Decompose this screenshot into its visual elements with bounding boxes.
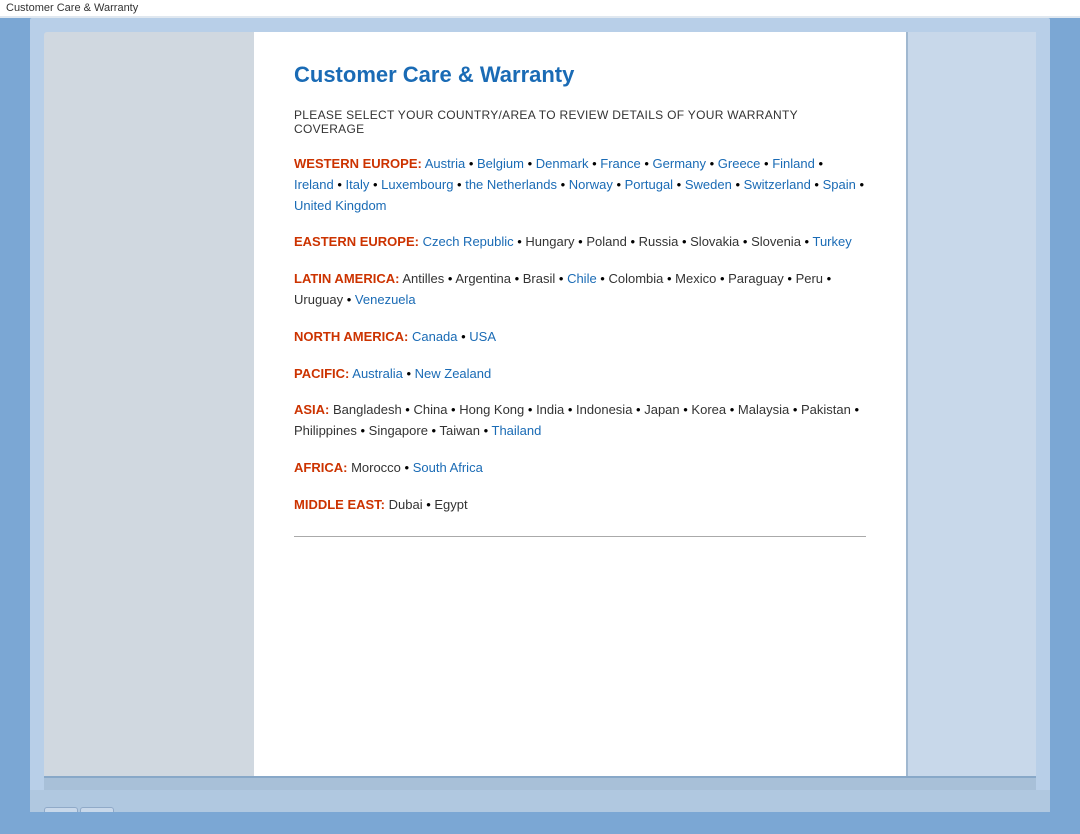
page-title: Customer Care & Warranty: [294, 62, 866, 88]
country-link-south-africa[interactable]: South Africa: [413, 460, 483, 475]
country-link-united-kingdom[interactable]: United Kingdom: [294, 198, 387, 213]
country-link-italy[interactable]: Italy: [346, 177, 370, 192]
region-label-latin-america: LATIN AMERICA:: [294, 271, 399, 286]
country-link-hong-kong: Hong Kong: [459, 402, 524, 417]
country-link-canada[interactable]: Canada: [412, 329, 458, 344]
country-link-norway[interactable]: Norway: [569, 177, 613, 192]
country-link-switzerland[interactable]: Switzerland: [744, 177, 811, 192]
region-eastern-europe: EASTERN EUROPE: Czech Republic • Hungary…: [294, 232, 866, 253]
country-link-singapore: Singapore: [369, 423, 428, 438]
region-label-africa: AFRICA:: [294, 460, 347, 475]
country-link-greece[interactable]: Greece: [718, 156, 761, 171]
country-link-usa[interactable]: USA: [469, 329, 496, 344]
country-link-pakistan: Pakistan: [801, 402, 851, 417]
country-link-poland: Poland: [586, 234, 626, 249]
country-link-peru: Peru: [796, 271, 823, 286]
right-sidebar: [906, 32, 1036, 776]
country-link-morocco: Morocco: [351, 460, 401, 475]
country-link-france[interactable]: France: [600, 156, 640, 171]
country-link-philippines: Philippines: [294, 423, 357, 438]
region-asia: ASIA: Bangladesh • China • Hong Kong • I…: [294, 400, 866, 442]
country-link-new-zealand[interactable]: New Zealand: [415, 366, 492, 381]
country-link-portugal[interactable]: Portugal: [625, 177, 673, 192]
title-bar: Customer Care & Warranty: [0, 0, 1080, 16]
region-pacific: PACIFIC: Australia • New Zealand: [294, 364, 866, 385]
separator: [294, 536, 866, 537]
regions-container: WESTERN EUROPE: Austria • Belgium • Denm…: [294, 154, 866, 516]
region-latin-america: LATIN AMERICA: Antilles • Argentina • Br…: [294, 269, 866, 311]
country-link-the-netherlands[interactable]: the Netherlands: [465, 177, 557, 192]
country-link-russia: Russia: [639, 234, 679, 249]
country-link-argentina: Argentina: [455, 271, 511, 286]
country-link-india: India: [536, 402, 564, 417]
country-link-finland[interactable]: Finland: [772, 156, 815, 171]
country-link-turkey[interactable]: Turkey: [812, 234, 851, 249]
region-north-america: NORTH AMERICA: Canada • USA: [294, 327, 866, 348]
country-link-colombia: Colombia: [608, 271, 663, 286]
country-link-chile[interactable]: Chile: [567, 271, 597, 286]
country-link-slovenia: Slovenia: [751, 234, 801, 249]
bottom-tabs: [30, 790, 1050, 812]
main-area: Customer Care & Warranty PLEASE SELECT Y…: [30, 18, 1050, 776]
country-link-belgium[interactable]: Belgium: [477, 156, 524, 171]
country-link-denmark[interactable]: Denmark: [536, 156, 589, 171]
bottom-bar: [44, 776, 1036, 790]
country-link-austria[interactable]: Austria: [425, 156, 465, 171]
country-link-spain[interactable]: Spain: [823, 177, 856, 192]
country-link-dubai: Dubai: [389, 497, 423, 512]
country-link-malaysia: Malaysia: [738, 402, 789, 417]
country-link-slovakia: Slovakia: [690, 234, 739, 249]
country-link-bangladesh: Bangladesh: [333, 402, 402, 417]
country-link-sweden[interactable]: Sweden: [685, 177, 732, 192]
country-link-japan: Japan: [644, 402, 679, 417]
title-bar-text: Customer Care & Warranty: [6, 2, 138, 14]
country-link-venezuela[interactable]: Venezuela: [355, 292, 416, 307]
bottom-tab-2[interactable]: [80, 807, 114, 812]
country-link-hungary: Hungary: [525, 234, 574, 249]
right-sidebar-inner: [906, 32, 1036, 776]
country-link-egypt: Egypt: [434, 497, 467, 512]
country-link-mexico: Mexico: [675, 271, 716, 286]
region-africa: AFRICA: Morocco • South Africa: [294, 458, 866, 479]
region-label-middle-east: MIDDLE EAST:: [294, 497, 385, 512]
country-link-indonesia: Indonesia: [576, 402, 632, 417]
instructions: PLEASE SELECT YOUR COUNTRY/AREA TO REVIE…: [294, 108, 866, 136]
country-link-germany[interactable]: Germany: [653, 156, 706, 171]
outer-wrapper: Customer Care & Warranty PLEASE SELECT Y…: [30, 18, 1050, 812]
country-link-antilles: Antilles: [402, 271, 444, 286]
country-link-ireland[interactable]: Ireland: [294, 177, 334, 192]
region-western-europe: WESTERN EUROPE: Austria • Belgium • Denm…: [294, 154, 866, 216]
region-label-asia: ASIA:: [294, 402, 329, 417]
country-link-czech-republic[interactable]: Czech Republic: [423, 234, 514, 249]
country-link-thailand[interactable]: Thailand: [492, 423, 542, 438]
country-link-korea: Korea: [691, 402, 726, 417]
country-link-taiwan: Taiwan: [439, 423, 479, 438]
bottom-tab[interactable]: [44, 807, 78, 812]
region-label-western-europe: WESTERN EUROPE:: [294, 156, 422, 171]
left-sidebar: [44, 32, 254, 776]
region-label-pacific: PACIFIC:: [294, 366, 349, 381]
region-label-north-america: NORTH AMERICA:: [294, 329, 408, 344]
country-link-china: China: [413, 402, 447, 417]
country-link-uruguay: Uruguay: [294, 292, 343, 307]
region-middle-east: MIDDLE EAST: Dubai • Egypt: [294, 495, 866, 516]
region-label-eastern-europe: EASTERN EUROPE:: [294, 234, 419, 249]
content-area: Customer Care & Warranty PLEASE SELECT Y…: [254, 32, 906, 776]
country-link-australia[interactable]: Australia: [352, 366, 403, 381]
country-link-brasil: Brasil: [523, 271, 556, 286]
country-link-paraguay: Paraguay: [728, 271, 784, 286]
country-link-luxembourg[interactable]: Luxembourg: [381, 177, 453, 192]
